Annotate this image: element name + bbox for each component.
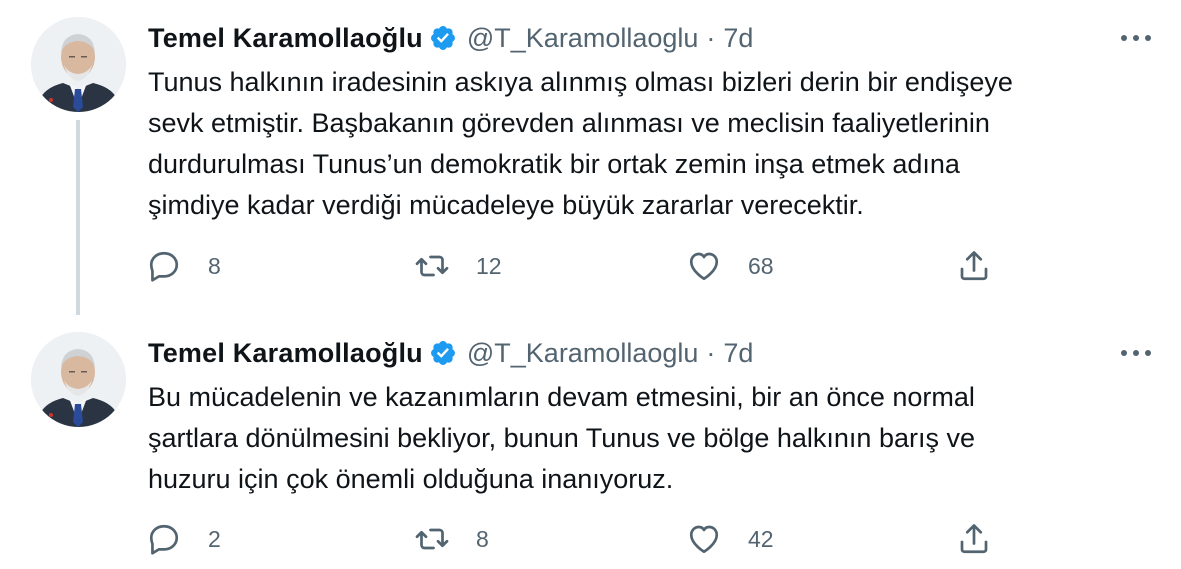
tweet-text-line: şartlara dönülmesini bekliyor, bunun Tun… [148, 423, 975, 453]
like-button[interactable]: 42 [686, 519, 774, 559]
retweet-count: 12 [476, 252, 502, 279]
share-icon [960, 524, 988, 554]
reply-button[interactable]: 8 [146, 246, 221, 286]
tweet-text-line: şimdiye kadar verdiği mücadeleye büyük z… [148, 190, 864, 220]
share-button[interactable] [956, 519, 992, 559]
reply-icon [149, 524, 179, 555]
tweet-actions: 2 8 42 [146, 519, 1006, 559]
heart-icon [689, 252, 719, 281]
tweet-text: Bu mücadelenin ve kazanımların devam etm… [148, 377, 1148, 500]
like-button[interactable]: 68 [686, 246, 774, 286]
author-name[interactable]: Temel Karamollaoğlu [148, 338, 423, 369]
author-handle[interactable]: @T_Karamollaoglu [467, 23, 699, 54]
tweet-text-line: huzuru için çok önemli olduğuna inanıyor… [148, 464, 674, 494]
retweet-button[interactable]: 12 [414, 246, 502, 286]
avatar[interactable] [31, 332, 126, 427]
like-count: 42 [748, 525, 774, 552]
tweet-header: Temel Karamollaoğlu @T_Karamollaoglu · 7… [148, 21, 753, 55]
share-button[interactable] [956, 246, 992, 286]
author-name[interactable]: Temel Karamollaoğlu [148, 23, 423, 54]
tweet-text-line: Tunus halkının iradesinin askıya alınmış… [148, 67, 1013, 97]
tweet-actions: 8 12 68 [146, 246, 1006, 286]
tweet[interactable]: Temel Karamollaoğlu @T_Karamollaoglu · 7… [0, 0, 1181, 315]
more-options-button[interactable] [1117, 24, 1155, 52]
thread-connector-line [76, 120, 80, 315]
reply-count: 8 [208, 252, 221, 279]
more-options-button[interactable] [1117, 339, 1155, 367]
author-handle[interactable]: @T_Karamollaoglu [467, 338, 699, 369]
tweet-header: Temel Karamollaoğlu @T_Karamollaoglu · 7… [148, 336, 753, 370]
tweet-text-line: sevk etmiştir. Başbakanın görevden alınm… [148, 108, 990, 138]
retweet-icon [415, 528, 449, 550]
separator-dot: · [706, 22, 716, 53]
verified-badge-icon [429, 24, 457, 52]
reply-count: 2 [208, 525, 221, 552]
separator-dot: · [706, 337, 716, 368]
retweet-button[interactable]: 8 [414, 519, 489, 559]
timestamp[interactable]: 7d [723, 23, 753, 54]
more-options-icon [1121, 350, 1151, 356]
tweet[interactable]: Temel Karamollaoğlu @T_Karamollaoglu · 7… [0, 315, 1181, 569]
timestamp[interactable]: 7d [723, 338, 753, 369]
like-count: 68 [748, 252, 774, 279]
avatar-portrait-image [31, 17, 126, 112]
tweet-text-line: durdurulması Tunus’un demokratik bir ort… [148, 149, 960, 179]
avatar[interactable] [31, 17, 126, 112]
avatar-portrait-image [31, 332, 126, 427]
heart-icon [689, 525, 719, 554]
reply-button[interactable]: 2 [146, 519, 221, 559]
tweet-text: Tunus halkının iradesinin askıya alınmış… [148, 62, 1148, 226]
verified-badge-icon [429, 339, 457, 367]
tweet-text-line: Bu mücadelenin ve kazanımların devam etm… [148, 382, 975, 412]
retweet-count: 8 [476, 525, 489, 552]
share-icon [960, 251, 988, 281]
more-options-icon [1121, 35, 1151, 41]
retweet-icon [415, 255, 449, 277]
reply-icon [149, 251, 179, 282]
